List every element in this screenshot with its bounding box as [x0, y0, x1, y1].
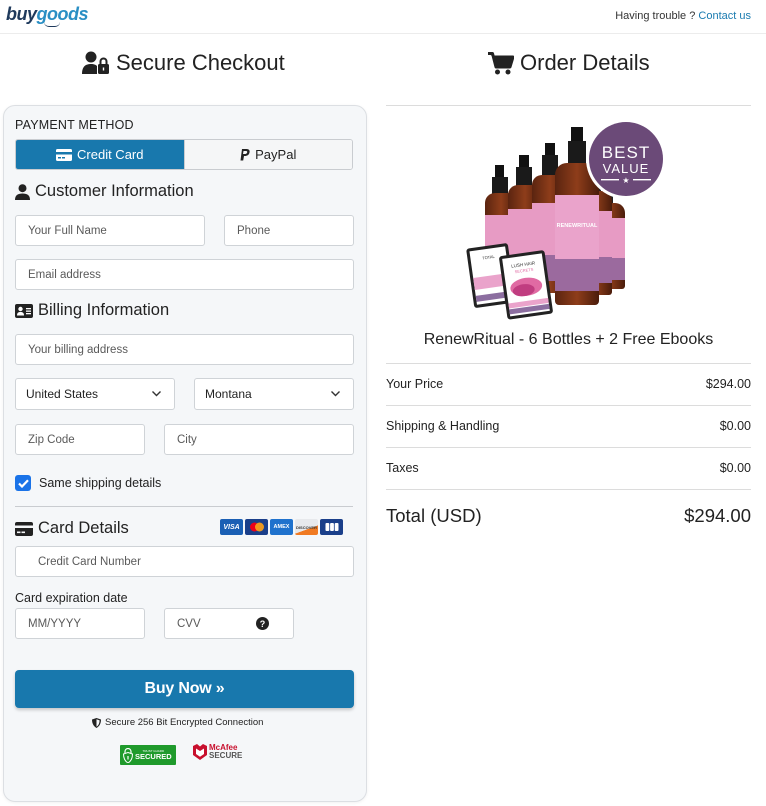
secure-checkout-heading: Secure Checkout: [82, 50, 285, 76]
city-input[interactable]: [164, 424, 354, 455]
payment-method-tabs: Credit Card PayPal: [15, 139, 353, 170]
full-name-input[interactable]: [15, 215, 205, 246]
total-value: $294.00: [684, 505, 751, 526]
buy-now-button[interactable]: Buy Now »: [15, 670, 354, 708]
email-input[interactable]: [15, 259, 354, 290]
billing-address-input[interactable]: [15, 334, 354, 365]
summary-total: Total (USD) $294.00: [386, 505, 751, 527]
same-shipping-checkbox[interactable]: [15, 475, 31, 491]
order-details-heading: Order Details: [488, 50, 650, 76]
product-name: RenewRitual - 6 Bottles + 2 Free Ebooks: [423, 331, 714, 348]
summary-row-shipping: Shipping & Handling $0.00: [386, 419, 751, 433]
star-icon: ★: [622, 176, 629, 185]
svg-text:RENEWRITUAL: RENEWRITUAL: [557, 223, 598, 229]
card-number-input[interactable]: [15, 546, 354, 577]
divider: [386, 405, 751, 406]
mcafee-shield-icon: [193, 744, 207, 760]
mastercard-icon: [245, 519, 268, 535]
zip-code-input[interactable]: [15, 424, 145, 455]
expiry-input[interactable]: [15, 608, 145, 639]
paypal-icon: [240, 148, 250, 160]
state-select[interactable]: Montana: [194, 378, 354, 410]
same-shipping-label: Same shipping details: [39, 476, 162, 490]
payment-method-label: PAYMENT METHOD: [15, 118, 134, 132]
credit-card-icon: [15, 521, 33, 536]
visa-icon: VISA: [220, 519, 243, 535]
trust-guard-badge: TRUST GUARD SECURED: [120, 745, 176, 765]
padlock-shield-icon: [123, 747, 133, 763]
cvv-input[interactable]: [164, 608, 294, 639]
address-card-icon: [15, 303, 33, 318]
phone-input[interactable]: [224, 215, 354, 246]
secure-connection-note: Secure 256 Bit Encrypted Connection: [92, 717, 263, 728]
checkmark-icon: [17, 478, 29, 488]
divider: [386, 363, 751, 364]
mcafee-secure-badge: McAfee SECURE: [193, 744, 242, 760]
help-text: Having trouble ? Contact us: [615, 10, 751, 22]
contact-us-link[interactable]: Contact us: [698, 10, 751, 22]
product-image: RENEWRITUAL TOTAL LUSH HAIR SECRETS BEST…: [466, 119, 666, 320]
logo-smile-icon: [44, 22, 60, 27]
country-select[interactable]: United States: [15, 378, 175, 410]
user-lock-icon: [82, 51, 109, 74]
divider: [15, 506, 353, 507]
best-value-badge: BEST VALUE ★: [586, 119, 666, 199]
jcb-icon: [320, 519, 343, 535]
divider: [386, 489, 751, 490]
svg-text:VALUE: VALUE: [603, 161, 650, 176]
summary-row-taxes: Taxes $0.00: [386, 461, 751, 475]
discover-icon: DISCOVER: [295, 519, 318, 535]
question-circle-icon[interactable]: ?: [256, 617, 269, 630]
tab-credit-card[interactable]: Credit Card: [16, 140, 184, 169]
divider: [386, 105, 751, 106]
amex-icon: AMEX: [270, 519, 293, 535]
top-bar: buygoods Having trouble ? Contact us: [0, 0, 766, 34]
card-details-title: Card Details: [15, 519, 129, 538]
summary-row-price: Your Price $294.00: [386, 377, 751, 391]
svg-text:BEST: BEST: [602, 143, 650, 162]
customer-information-title: Customer Information: [15, 182, 194, 201]
shopping-cart-icon: [488, 51, 514, 74]
expiration-label: Card expiration date: [15, 591, 128, 605]
accepted-cards: VISA AMEX DISCOVER: [220, 519, 343, 535]
chevron-down-icon: [152, 391, 161, 397]
chevron-down-icon: [331, 391, 340, 397]
total-label: Total (USD): [386, 505, 482, 526]
user-icon: [15, 183, 30, 200]
billing-information-title: Billing Information: [15, 301, 169, 320]
credit-card-icon: [56, 148, 73, 161]
shield-icon: [92, 717, 101, 728]
ebook-lush-hair-secrets: LUSH HAIR SECRETS: [499, 250, 553, 320]
divider: [386, 447, 751, 448]
tab-paypal[interactable]: PayPal: [183, 140, 352, 169]
